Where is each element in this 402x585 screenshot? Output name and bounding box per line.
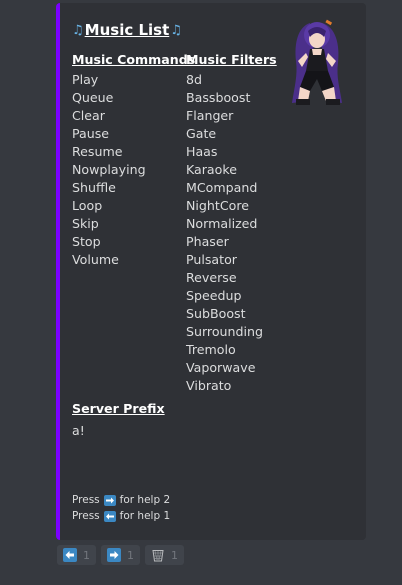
list-item: NightCore [186,198,249,213]
list-item: Pause [72,126,110,141]
reaction-count: 1 [127,548,134,562]
server-prefix-value: a! [72,423,85,438]
music-filters-heading: Music Filters [186,52,277,67]
list-item: Vaporwave [186,360,256,375]
music-filters-field: Music Filters 8d Bassboost Flanger Gate … [186,51,277,395]
list-item: Karaoke [186,162,237,177]
list-item: SubBoost [186,306,246,321]
help-post-text: for help 2 [119,494,171,506]
list-item: Flanger [186,108,234,123]
list-item: Normalized [186,216,258,231]
list-item: Skip [72,216,99,231]
list-item: 8d [186,72,203,87]
list-item: Surrounding [186,324,263,339]
list-item: Queue [72,90,114,105]
reaction-left-arrow-button[interactable]: 1 [57,545,96,565]
music-filters-list: 8d Bassboost Flanger Gate Haas Karaoke M… [186,71,277,395]
music-notes-icon: ♫ [170,22,182,38]
embed-title-text: Music List [84,21,170,39]
list-item: Clear [72,108,105,123]
list-item: Vibrato [186,378,232,393]
anime-character-thumbnail [292,19,342,105]
list-item: Volume [72,252,119,267]
reaction-count: 1 [83,548,90,562]
help-pre-text: Press [72,494,100,506]
help-pre-text: Press [72,510,100,522]
music-commands-field: Music Commands Play Queue Clear Pause Re… [72,51,195,269]
left-arrow-icon [63,548,77,562]
wastebasket-icon [151,548,165,562]
music-notes-icon: ♫ [72,22,84,38]
help-line-2: Press for help 2 [72,494,170,506]
reaction-wastebasket-button[interactable]: 1 [145,545,184,565]
list-item: Reverse [186,270,237,285]
list-item: Haas [186,144,218,159]
help-line-1: Press for help 1 [72,510,170,522]
list-item: Nowplaying [72,162,146,177]
help-post-text: for help 1 [119,510,171,522]
server-prefix-heading: Server Prefix [72,401,165,416]
embed-accent-bar [56,3,60,540]
list-item: Bassboost [186,90,251,105]
list-item: Stop [72,234,101,249]
list-item: Shuffle [72,180,116,195]
list-item: MCompand [186,180,258,195]
music-list-embed: ♫ Music List ♫ Music Commands Play Queue… [56,3,366,540]
list-item: Gate [186,126,217,141]
reaction-bar: 1 1 1 [57,545,184,565]
right-arrow-icon [107,548,121,562]
right-arrow-key-icon [103,494,116,506]
list-item: Play [72,72,99,87]
list-item: Pulsator [186,252,237,267]
music-commands-heading: Music Commands [72,52,196,67]
music-commands-list: Play Queue Clear Pause Resume Nowplaying… [72,71,195,269]
list-item: Speedup [186,288,242,303]
list-item: Loop [72,198,103,213]
left-arrow-key-icon [103,510,116,522]
list-item: Phaser [186,234,229,249]
list-item: Resume [72,144,123,159]
reaction-count: 1 [171,548,178,562]
embed-title: ♫ Music List ♫ [72,21,182,39]
list-item: Tremolo [186,342,236,357]
reaction-right-arrow-button[interactable]: 1 [101,545,140,565]
